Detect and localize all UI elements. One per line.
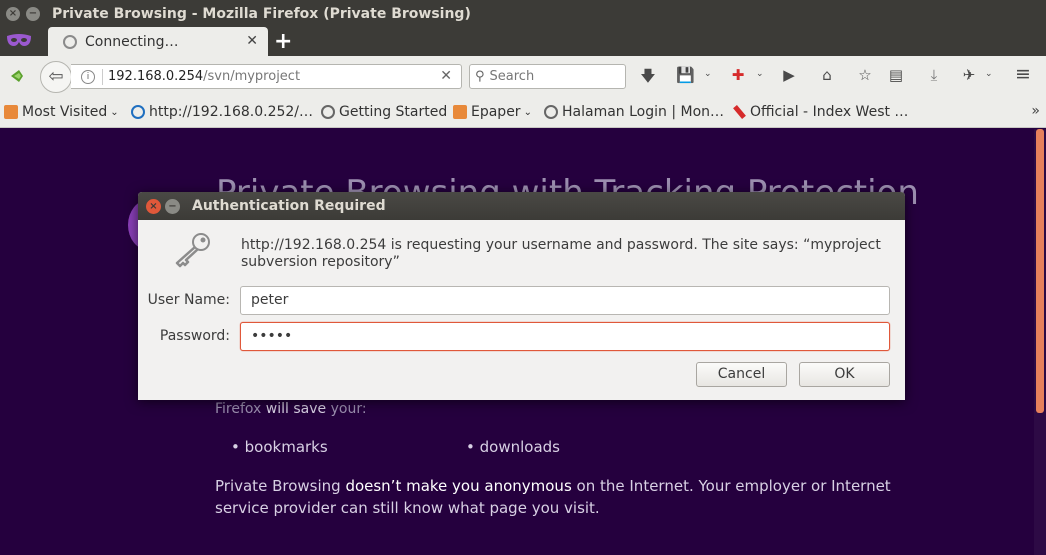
url-separator (102, 68, 103, 85)
globe-icon (131, 105, 145, 119)
bookmark-192-168-0-252[interactable]: http://192.168.0.252/… (131, 104, 313, 120)
username-field[interactable]: peter (240, 286, 890, 315)
addon-red-cross-icon[interactable]: ✚ (729, 66, 747, 84)
addon-leaf-icon[interactable] (9, 68, 25, 84)
search-placeholder: Search (489, 69, 535, 84)
chevron-down-icon: ⌄ (523, 106, 532, 118)
extension-dropdown-icon[interactable]: ⌄ (985, 69, 993, 79)
bookmark-label: http://192.168.0.252/… (149, 104, 314, 120)
dialog-close-button[interactable]: × (146, 199, 161, 214)
bookmark-label: Getting Started (339, 104, 448, 120)
tab-label: Connecting… (85, 33, 179, 50)
tab-close-icon[interactable]: ✕ (246, 33, 258, 49)
firefox-will-strong: will save (265, 401, 327, 417)
window-minimize-button[interactable]: − (26, 6, 40, 21)
url-host: 192.168.0.254 (108, 69, 204, 84)
bookmark-label: Epaper (471, 104, 521, 120)
authentication-dialog: × − Authentication Required http://192.1… (138, 192, 905, 400)
bookmark-epaper[interactable]: Epaper ⌄ (453, 104, 532, 120)
bookmark-official-index-west[interactable]: Official - Index West … (733, 104, 908, 120)
bullet-icon: • (466, 438, 475, 456)
search-input[interactable]: ⚲ Search (469, 64, 626, 89)
youtube-icon[interactable]: ▶ (780, 66, 798, 84)
password-label: Password: (159, 328, 230, 344)
firefox-will-save-text: Firefox will save your: (215, 401, 367, 417)
url-path: /svn/myproject (203, 69, 301, 84)
new-tab-button[interactable]: + (274, 29, 292, 54)
folder-icon (4, 105, 18, 119)
chevron-down-icon: ⌄ (110, 106, 119, 118)
bullet-label: bookmarks (244, 438, 328, 456)
stop-loading-icon[interactable]: ✕ (440, 68, 452, 84)
window-close-button[interactable]: × (6, 6, 20, 21)
dialog-message: http://192.168.0.254 is requesting your … (241, 237, 881, 270)
folder-icon (453, 105, 467, 119)
bookmark-label: Most Visited (22, 104, 108, 120)
home-icon[interactable]: ⌂ (818, 66, 836, 84)
save-dropdown-icon[interactable]: ⌄ (704, 69, 712, 79)
firefox-will-suffix: your: (330, 401, 367, 417)
url-bar[interactable]: i 192.168.0.254/svn/myproject ✕ (71, 64, 462, 89)
download-icon[interactable]: ⤓ (925, 66, 943, 84)
bullet-icon: • (231, 438, 240, 456)
site-info-icon[interactable]: i (81, 69, 95, 84)
scrollbar-thumb[interactable] (1036, 129, 1044, 413)
extension-icon[interactable]: ✈ (960, 66, 978, 84)
bookmark-getting-started[interactable]: Getting Started (321, 104, 447, 120)
cancel-button[interactable]: Cancel (696, 362, 787, 387)
list-item-bookmarks: • bookmarks (231, 438, 328, 456)
window-title: Private Browsing - Mozilla Firefox (Priv… (52, 5, 471, 22)
globe-icon (544, 105, 558, 119)
tab-bar: Connecting… ✕ + (0, 27, 1046, 56)
addon-dropdown-icon[interactable]: ⌄ (756, 69, 764, 79)
password-field[interactable]: ••••• (240, 322, 890, 351)
dialog-title: Authentication Required (192, 198, 386, 214)
tab-connecting[interactable]: Connecting… ✕ (48, 27, 268, 56)
navigation-toolbar: ⇦ i 192.168.0.254/svn/myproject ✕ ⚲ Sear… (0, 56, 1046, 96)
bookmark-label: Halaman Login | Mon… (562, 104, 725, 120)
downloads-arrow-icon[interactable]: 🡇 (639, 66, 657, 91)
bookmarks-overflow-icon[interactable]: » (1031, 103, 1040, 119)
username-label: User Name: (147, 292, 230, 308)
bookmarks-toolbar: Most Visited ⌄ http://192.168.0.252/… Ge… (0, 96, 1046, 128)
para-strong: doesn’t make you anonymous (345, 477, 572, 495)
search-icon: ⚲ (475, 69, 485, 84)
dialog-minimize-button[interactable]: − (165, 199, 180, 214)
anonymity-paragraph: Private Browsing doesn’t make you anonym… (215, 475, 905, 519)
dialog-titlebar: × − Authentication Required (138, 192, 905, 220)
globe-icon (321, 105, 335, 119)
pen-icon (733, 105, 746, 119)
window-titlebar: × − Private Browsing - Mozilla Firefox (… (0, 0, 1046, 27)
list-item-downloads: • downloads (466, 438, 560, 456)
bookmark-most-visited[interactable]: Most Visited ⌄ (4, 104, 119, 120)
key-icon (175, 233, 210, 268)
bookmark-halaman-login[interactable]: Halaman Login | Mon… (544, 104, 724, 120)
hamburger-menu-icon[interactable]: ≡ (1014, 63, 1032, 85)
bullet-label: downloads (479, 438, 560, 456)
save-icon[interactable]: 💾 (676, 66, 695, 84)
back-button[interactable]: ⇦ (40, 61, 72, 93)
private-browsing-mask-icon (7, 34, 31, 46)
ok-button[interactable]: OK (799, 362, 890, 387)
bookmark-star-icon[interactable]: ☆ (856, 66, 874, 84)
para-prefix: Private Browsing (215, 477, 341, 495)
reader-list-icon[interactable]: ▤ (887, 66, 905, 84)
bookmark-label: Official - Index West … (750, 104, 909, 120)
loading-spinner-icon (63, 34, 77, 49)
firefox-will-prefix: Firefox (215, 401, 262, 417)
